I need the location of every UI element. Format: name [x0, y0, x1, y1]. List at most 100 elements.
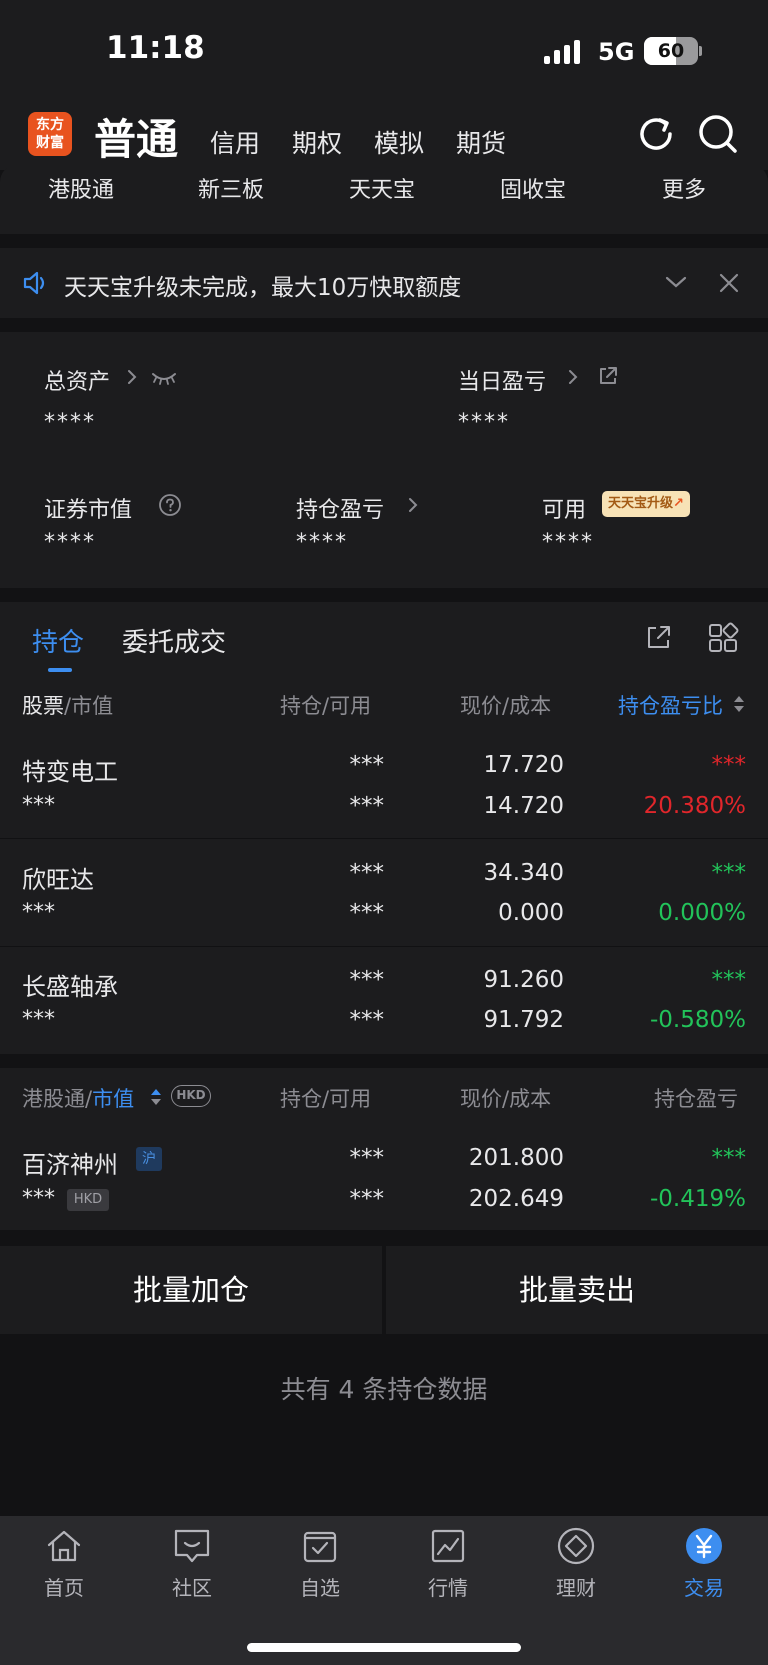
nav-trade[interactable] — [640, 1526, 768, 1570]
battery-cap — [699, 46, 702, 56]
row-divider — [0, 946, 768, 947]
close-icon[interactable] — [718, 272, 740, 294]
position-pl-ratio: 0.000% — [658, 900, 746, 926]
position-pl: *** — [711, 752, 747, 778]
subnav-new-otc[interactable]: 新三板 — [198, 172, 264, 204]
grid-layout-icon[interactable] — [707, 622, 739, 654]
market-chart-icon — [431, 1529, 465, 1563]
hk-header-position-pl[interactable]: 持仓盈亏 — [654, 1083, 738, 1113]
total-assets-label[interactable]: 总资产 — [44, 364, 110, 396]
total-assets-value: **** — [44, 410, 96, 435]
tiantianbao-upgrade-badge[interactable]: 天天宝升级↗ — [602, 491, 690, 517]
subnav-gushoubao[interactable]: 固收宝 — [500, 172, 566, 204]
daily-pl-label[interactable]: 当日盈亏 — [458, 364, 546, 396]
notice-text: 天天宝升级未完成，最大10万快取额度 — [64, 275, 462, 301]
tab-options[interactable]: 期权 — [292, 124, 342, 160]
nav-community-label: 社区 — [172, 1576, 212, 1600]
market-value: *** — [22, 900, 55, 925]
share-icon[interactable] — [596, 364, 620, 388]
header-position-pl-ratio[interactable]: 持仓盈亏比 — [618, 690, 723, 720]
market-value: *** — [22, 793, 55, 818]
sort-icon[interactable] — [732, 693, 746, 715]
sort-icon[interactable] — [149, 1086, 163, 1108]
current-price: 17.720 — [483, 752, 564, 778]
stock-name: 百济神州 — [22, 1151, 118, 1179]
position-pl: *** — [711, 860, 747, 886]
subnav-hk-connect[interactable]: 港股通 — [48, 172, 114, 204]
batch-sell-button[interactable]: 批量卖出 — [386, 1246, 768, 1334]
chevron-right-icon[interactable] — [566, 367, 580, 387]
position-pl-ratio: -0.419% — [650, 1186, 746, 1212]
trade-yuan-icon — [686, 1528, 722, 1564]
batch-add-button[interactable]: 批量加仓 — [0, 1246, 382, 1334]
header-stock-market: 股票/市值 — [22, 694, 114, 718]
subnav-tiantianbao[interactable]: 天天宝 — [349, 172, 415, 204]
position-pl: *** — [711, 1145, 747, 1171]
cost-price: 0.000 — [498, 900, 564, 926]
tab-active-indicator — [48, 668, 72, 672]
nav-watchlist[interactable] — [256, 1526, 384, 1570]
tab-simulation[interactable]: 模拟 — [374, 124, 424, 160]
hk-header-position-available: 持仓/可用 — [280, 1087, 372, 1111]
nav-home-label: 首页 — [44, 1576, 84, 1600]
stock-name: 欣旺达 — [22, 866, 94, 894]
nav-wealth[interactable] — [512, 1526, 640, 1570]
cost-price: 14.720 — [483, 793, 564, 819]
market-value-label: 证券市值 — [44, 498, 133, 523]
app-logo: 东方 财富 — [28, 112, 72, 156]
tab-holdings[interactable]: 持仓 — [32, 622, 84, 659]
position-pl-ratio: 20.380% — [643, 793, 746, 819]
wealth-icon — [557, 1527, 595, 1565]
position-pl-label[interactable]: 持仓盈亏 — [296, 492, 384, 524]
header-price-cost: 现价/成本 — [460, 694, 552, 718]
nav-trade-label: 交易 — [684, 1576, 724, 1600]
current-price: 91.260 — [483, 967, 564, 993]
nav-watchlist-label: 自选 — [300, 1576, 340, 1600]
position-pl-ratio: -0.580% — [650, 1007, 746, 1033]
position-qty: *** — [349, 967, 385, 993]
signal-icon — [544, 40, 584, 64]
current-price: 34.340 — [483, 860, 564, 886]
position-pl: *** — [711, 967, 747, 993]
tab-futures[interactable]: 期货 — [456, 124, 506, 160]
row-divider — [0, 838, 768, 839]
search-icon[interactable] — [696, 112, 740, 156]
chevron-right-icon[interactable] — [406, 495, 420, 515]
nav-market[interactable] — [384, 1526, 512, 1570]
position-qty: *** — [349, 1145, 385, 1171]
holdings-count-text: 共有 4 条持仓数据 — [280, 1375, 488, 1404]
subnav-more[interactable]: 更多 — [662, 172, 706, 204]
available-value: **** — [542, 530, 594, 555]
chevron-right-icon[interactable] — [125, 367, 139, 387]
position-pl-value: **** — [296, 530, 348, 555]
header-position-available: 持仓/可用 — [280, 694, 372, 718]
available-qty: *** — [349, 793, 385, 819]
battery-icon: 60 — [644, 37, 698, 65]
chevron-down-icon[interactable] — [664, 273, 688, 291]
stock-name: 特变电工 — [22, 758, 118, 786]
hk-header-price-cost: 现价/成本 — [460, 1087, 552, 1111]
tab-orders[interactable]: 委托成交 — [122, 622, 226, 659]
account-type-title[interactable]: 普通 — [94, 106, 178, 167]
eye-closed-icon[interactable] — [150, 370, 178, 386]
hk-header-stock-market: 港股通/市值 — [22, 1087, 135, 1111]
chat-icon — [174, 1529, 210, 1563]
daily-pl-value: **** — [458, 410, 510, 435]
refresh-icon[interactable] — [634, 112, 678, 156]
help-icon[interactable] — [158, 493, 182, 517]
currency-toggle[interactable]: HKD — [171, 1085, 211, 1107]
nav-market-label: 行情 — [428, 1576, 468, 1600]
nav-community[interactable] — [128, 1526, 256, 1570]
market-value-value: **** — [44, 530, 96, 555]
watchlist-icon — [303, 1531, 337, 1563]
current-price: 201.800 — [468, 1145, 564, 1171]
export-icon[interactable] — [644, 622, 674, 652]
available-qty: *** — [349, 1007, 385, 1033]
tab-credit[interactable]: 信用 — [210, 124, 260, 160]
home-indicator — [247, 1643, 521, 1652]
asset-summary-card — [0, 332, 768, 588]
nav-wealth-label: 理财 — [556, 1576, 596, 1600]
available-qty: *** — [349, 1186, 385, 1212]
nav-home[interactable] — [0, 1526, 128, 1570]
position-qty: *** — [349, 860, 385, 886]
